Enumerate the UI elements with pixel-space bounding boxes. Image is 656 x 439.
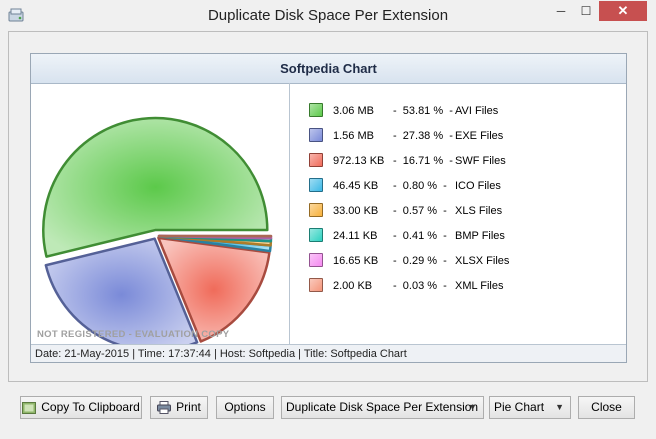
legend-size: 1.56 MB — [333, 130, 374, 142]
legend-swatch — [309, 228, 323, 242]
legend-percent: - 0.29 % - — [393, 255, 447, 267]
legend-swatch — [309, 253, 323, 267]
legend-size: 33.00 KB — [333, 205, 379, 217]
print-button[interactable]: Print — [150, 396, 208, 419]
report-type-select[interactable]: Duplicate Disk Space Per Extension ▼ — [281, 396, 484, 419]
close-window-button[interactable]: ✕ — [599, 1, 647, 21]
legend-name: XLSX Files — [455, 255, 510, 267]
title-bar: Duplicate Disk Space Per Extension ─ ☐ ✕ — [0, 0, 656, 31]
legend-size: 46.45 KB — [333, 180, 379, 192]
report-type-value: Duplicate Disk Space Per Extension — [286, 400, 479, 414]
chart-panel: Softpedia Chart 3.06 MB - 53.81 % - AVI Fi… — [30, 53, 627, 363]
close-button[interactable]: Close — [578, 396, 635, 419]
legend-name: SWF Files — [455, 155, 506, 167]
legend-size: 3.06 MB — [333, 105, 374, 117]
copy-to-clipboard-label: Copy To Clipboard — [41, 400, 140, 414]
maximize-button[interactable]: ☐ — [574, 1, 598, 21]
legend-name: ICO Files — [455, 180, 501, 192]
chart-type-value: Pie Chart — [494, 400, 545, 414]
clipboard-icon — [22, 401, 37, 414]
legend-swatch — [309, 203, 323, 217]
chart-status-bar: Date: 21-May-2015 | Time: 17:37:44 | Hos… — [31, 344, 626, 362]
legend-swatch — [309, 278, 323, 292]
pie-chart — [42, 116, 273, 344]
legend-name: AVI Files — [455, 105, 499, 117]
legend-percent: - 16.71 % - — [393, 155, 453, 167]
chart-title: Softpedia Chart — [31, 54, 626, 84]
legend-swatch — [309, 128, 323, 142]
evaluation-watermark: NOT REGISTERED - EVALUATION COPY — [37, 329, 230, 340]
legend-size: 2.00 KB — [333, 280, 373, 292]
legend-percent: - 0.41 % - — [393, 230, 447, 242]
printer-icon — [157, 401, 172, 415]
legend-size: 24.11 KB — [333, 230, 378, 242]
legend-percent: - 0.80 % - — [393, 180, 447, 192]
legend-percent: - 0.03 % - — [393, 280, 447, 292]
chart-type-select[interactable]: Pie Chart ▼ — [489, 396, 571, 419]
panel-divider — [289, 83, 290, 344]
legend-name: XML Files — [455, 280, 504, 292]
chevron-down-icon: ▼ — [468, 402, 477, 412]
legend-size: 16.65 KB — [333, 255, 379, 267]
legend-swatch — [309, 178, 323, 192]
legend-percent: - 53.81 % - — [393, 105, 453, 117]
print-label: Print — [176, 400, 201, 414]
copy-to-clipboard-button[interactable]: Copy To Clipboard — [20, 396, 142, 419]
legend-name: EXE Files — [455, 130, 504, 142]
legend-name: BMP Files — [455, 230, 505, 242]
legend-name: XLS Files — [455, 205, 503, 217]
legend-percent: - 0.57 % - — [393, 205, 447, 217]
options-button[interactable]: Options — [216, 396, 274, 419]
legend-swatch — [309, 103, 323, 117]
legend-size: 972.13 KB — [333, 155, 385, 167]
minimize-button[interactable]: ─ — [549, 1, 573, 21]
legend-percent: - 27.38 % - — [393, 130, 453, 142]
chevron-down-icon: ▼ — [555, 402, 564, 412]
legend-swatch — [309, 153, 323, 167]
